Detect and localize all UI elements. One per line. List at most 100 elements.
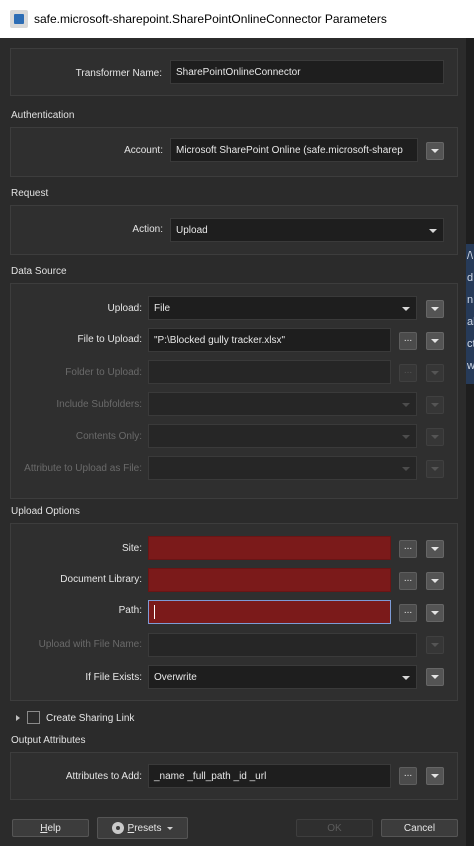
cancel-button[interactable]: Cancel — [381, 819, 458, 837]
background-glyph: /\ — [467, 250, 474, 262]
request-section-title: Request — [11, 188, 49, 199]
app-icon — [10, 10, 28, 28]
include-subfolders-dropdown[interactable] — [148, 392, 417, 416]
transformer-name-label: Transformer Name: — [75, 68, 162, 79]
chevron-down-icon — [402, 467, 410, 471]
path-menu-button[interactable] — [426, 604, 444, 622]
output-attributes-section-title: Output Attributes — [11, 735, 86, 746]
contents-only-label: Contents Only: — [75, 431, 142, 442]
title-bar: safe.microsoft-sharepoint.SharePointOnli… — [0, 0, 474, 38]
action-value: Upload — [176, 224, 208, 236]
chevron-down-icon — [431, 435, 439, 439]
site-input[interactable] — [148, 536, 391, 560]
chevron-down-icon — [431, 467, 439, 471]
background-glyph: ct — [467, 338, 474, 350]
background-glyph: ab — [467, 316, 474, 328]
action-label: Action: — [132, 224, 163, 235]
if-file-exists-label: If File Exists: — [85, 672, 142, 683]
attribute-to-upload-menu-button[interactable] — [426, 460, 444, 478]
attribute-to-upload-label: Attribute to Upload as File: — [24, 463, 142, 474]
expand-arrow-icon[interactable] — [16, 715, 20, 721]
file-to-upload-menu-button[interactable] — [426, 332, 444, 350]
account-menu-button[interactable] — [426, 142, 444, 160]
path-browse-button[interactable]: ... — [399, 604, 417, 622]
chevron-down-icon — [402, 676, 410, 680]
file-to-upload-label: File to Upload: — [77, 334, 142, 345]
transformer-name-input[interactable]: SharePointOnlineConnector — [170, 60, 444, 84]
if-file-exists-value: Overwrite — [154, 671, 197, 683]
attributes-to-add-menu-button[interactable] — [426, 767, 444, 785]
file-to-upload-browse-button[interactable]: ... — [399, 332, 417, 350]
include-subfolders-menu-button[interactable] — [426, 396, 444, 414]
chevron-down-icon — [431, 579, 439, 583]
folder-to-upload-menu-button[interactable] — [426, 364, 444, 382]
path-label: Path: — [118, 605, 142, 616]
upload-label: Upload: — [107, 303, 142, 314]
background-glyph: d — [467, 272, 474, 284]
attribute-to-upload-dropdown[interactable] — [148, 456, 417, 480]
gear-icon — [111, 822, 124, 834]
chevron-down-icon — [402, 403, 410, 407]
path-input[interactable] — [148, 600, 391, 624]
background-window-selection: /\ d n ab ct w — [466, 244, 474, 384]
account-dropdown[interactable]: Microsoft SharePoint Online (safe.micros… — [170, 138, 418, 162]
chevron-down-icon — [431, 611, 439, 615]
folder-to-upload-input[interactable] — [148, 360, 391, 384]
chevron-down-icon — [431, 547, 439, 551]
site-label: Site: — [121, 543, 142, 554]
background-window-strip: /\ d n ab ct w — [466, 38, 474, 846]
data-source-section-title: Data Source — [11, 266, 67, 277]
folder-to-upload-label: Folder to Upload: — [65, 367, 142, 378]
site-menu-button[interactable] — [426, 540, 444, 558]
contents-only-dropdown[interactable] — [148, 424, 417, 448]
upload-value: File — [154, 302, 171, 314]
attributes-to-add-browse-button[interactable]: ... — [399, 767, 417, 785]
document-library-browse-button[interactable]: ... — [399, 572, 417, 590]
action-dropdown[interactable]: Upload — [170, 218, 444, 242]
chevron-down-icon — [431, 643, 439, 647]
contents-only-menu-button[interactable] — [426, 428, 444, 446]
include-subfolders-label: Include Subfolders: — [56, 399, 142, 410]
attributes-to-add-label: Attributes to Add: — [65, 771, 142, 782]
chevron-down-icon — [431, 371, 439, 375]
chevron-down-icon — [402, 435, 410, 439]
folder-to-upload-browse-button[interactable]: ... — [399, 364, 417, 382]
chevron-down-icon — [429, 229, 437, 233]
chevron-down-icon — [431, 149, 439, 153]
upload-with-file-name-input[interactable] — [148, 633, 417, 657]
text-cursor — [154, 605, 155, 619]
help-button-label: Help — [40, 822, 61, 834]
create-sharing-link-checkbox[interactable] — [27, 711, 40, 724]
window-title: safe.microsoft-sharepoint.SharePointOnli… — [34, 12, 387, 26]
document-library-label: Document Library: — [60, 574, 142, 585]
upload-options-section-title: Upload Options — [11, 506, 80, 517]
file-to-upload-input[interactable]: "P:\Blocked gully tracker.xlsx" — [148, 328, 391, 352]
background-glyph: n — [467, 294, 474, 306]
chevron-down-icon — [402, 307, 410, 311]
authentication-section-title: Authentication — [11, 110, 75, 121]
chevron-down-icon — [431, 675, 439, 679]
chevron-down-icon — [431, 339, 439, 343]
background-glyph: w — [467, 360, 474, 372]
cancel-button-label: Cancel — [403, 822, 436, 834]
upload-with-file-name-label: Upload with File Name: — [38, 639, 142, 650]
upload-menu-button[interactable] — [426, 300, 444, 318]
chevron-down-icon — [167, 826, 174, 830]
upload-with-file-name-menu-button[interactable] — [426, 636, 444, 654]
upload-dropdown[interactable]: File — [148, 296, 417, 320]
parameters-dialog: Transformer Name: SharePointOnlineConnec… — [0, 38, 466, 846]
if-file-exists-dropdown[interactable]: Overwrite — [148, 665, 417, 689]
presets-button[interactable]: Presets — [97, 817, 188, 839]
create-sharing-link-label: Create Sharing Link — [46, 713, 135, 724]
ok-button-label: OK — [327, 822, 342, 834]
site-browse-button[interactable]: ... — [399, 540, 417, 558]
account-value: Microsoft SharePoint Online (safe.micros… — [176, 144, 403, 156]
ok-button[interactable]: OK — [296, 819, 373, 837]
document-library-menu-button[interactable] — [426, 572, 444, 590]
help-button[interactable]: Help — [12, 819, 89, 837]
attributes-to-add-input[interactable]: _name _full_path _id _url — [148, 764, 391, 788]
if-file-exists-menu-button[interactable] — [426, 668, 444, 686]
document-library-input[interactable] — [148, 568, 391, 592]
chevron-down-icon — [431, 403, 439, 407]
chevron-down-icon — [431, 307, 439, 311]
